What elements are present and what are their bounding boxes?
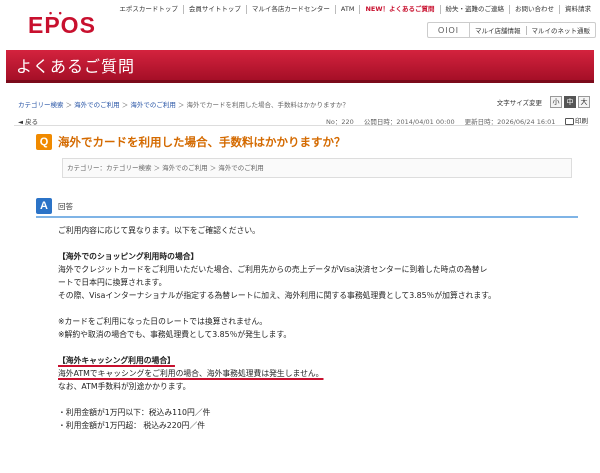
fee-line-1: ・利用金額が1万円以下：税込み110円／件: [58, 408, 211, 417]
epos-logo[interactable]: • • EPOS: [28, 8, 96, 39]
answer-label: 回答: [58, 202, 73, 211]
font-size-large-button[interactable]: 大: [578, 96, 590, 108]
breadcrumb-sep: ＞: [65, 101, 73, 109]
shopping-line-1: 海外でクレジットカードをご利用いただいた場合、ご利用先からの売上データがVisa…: [58, 265, 488, 274]
fee-line-2: ・利用金額が1万円超： 税込み220円／件: [58, 421, 206, 430]
top-nav-request-docs[interactable]: 資料請求: [559, 5, 596, 14]
marui-online-shop-link[interactable]: マルイのネット通販: [527, 25, 596, 35]
font-size-switcher: 文字サイズ変更 小 中 大: [497, 96, 590, 108]
top-nav-faq[interactable]: NEW！よくあるご質問: [359, 5, 439, 14]
print-button[interactable]: 印刷: [565, 115, 588, 125]
top-nav-atm[interactable]: ATM: [334, 5, 360, 14]
divider: [14, 125, 588, 126]
printer-icon: [565, 117, 574, 125]
font-size-small-button[interactable]: 小: [550, 96, 562, 108]
answer-body: ご利用内容に応じて異なります。以下をご確認ください。 【海外でのショッピング利用…: [58, 224, 588, 432]
breadcrumb-category-search[interactable]: カテゴリー検索: [18, 101, 64, 109]
shopping-line-2: ートで日本円に換算されます。: [58, 278, 167, 287]
top-nav-member-site[interactable]: 会員サイトトップ: [182, 5, 246, 14]
top-nav-lost-stolen[interactable]: 紛失・盗難のご連絡: [439, 5, 510, 14]
top-nav-epos-card-top[interactable]: エポスカードトップ: [114, 5, 183, 14]
question-badge: Q: [36, 134, 52, 150]
breadcrumb-current: 海外でカードを利用した場合、手数料はかかりますか？: [186, 101, 349, 109]
cashing-line-1: 海外ATMでキャッシングをご利用の場合、海外事務処理費は発生しません。: [58, 369, 324, 378]
top-nav-card-center[interactable]: マルイ各店カードセンター: [245, 5, 335, 14]
note-1: ※カードをご利用になった日のレートでは換算されません。: [58, 317, 268, 326]
top-nav: エポスカードトップ 会員サイトトップ マルイ各店カードセンター ATM NEW！…: [114, 5, 596, 14]
print-label: 印刷: [575, 117, 588, 125]
marui-store-info-link[interactable]: マルイ店舗情報: [470, 25, 526, 35]
logo-dots: • •: [49, 8, 64, 18]
breadcrumb-sep: ＞: [121, 101, 129, 109]
cashing-line-2: なお、ATM手数料が別途かかります。: [58, 382, 191, 391]
top-nav-contact[interactable]: お問い合わせ: [509, 5, 559, 14]
shopping-line-3: その際、Visaインターナショナルが指定する為替レートに加え、海外利用に関する事…: [58, 291, 496, 300]
category-box: カテゴリー：カテゴリー検索 ＞ 海外でのご利用 ＞ 海外でのご利用: [62, 158, 572, 178]
answer-divider: [36, 216, 578, 218]
category-text: カテゴリー：カテゴリー検索 ＞ 海外でのご利用 ＞ 海外でのご利用: [67, 164, 264, 172]
marui-logo[interactable]: OIOI: [428, 23, 470, 37]
answer-intro: ご利用内容に応じて異なります。以下をご確認ください。: [58, 226, 260, 235]
breadcrumb-overseas-1[interactable]: 海外でのご利用: [74, 101, 120, 109]
page-title: よくあるご質問: [16, 57, 136, 76]
cashing-heading: 【海外キャッシング利用の場合】: [58, 356, 175, 365]
breadcrumb: カテゴリー検索 ＞ 海外でのご利用 ＞ 海外でのご利用 ＞ 海外でカードを利用し…: [18, 99, 349, 109]
font-size-label: 文字サイズ変更: [496, 99, 542, 107]
marui-sub-nav: OIOI マルイ店舗情報 マルイのネット通販: [427, 22, 596, 38]
question-title: 海外でカードを利用した場合、手数料はかかりますか？: [58, 135, 346, 149]
breadcrumb-overseas-2[interactable]: 海外でのご利用: [130, 101, 176, 109]
breadcrumb-sep: ＞: [177, 101, 185, 109]
page-banner: よくあるご質問: [6, 50, 594, 83]
note-2: ※解約や取消の場合でも、事務処理費として3.85％が発生します。: [58, 330, 292, 339]
shopping-heading: 【海外でのショッピング利用時の場合】: [58, 252, 199, 261]
answer-badge: A: [36, 198, 52, 214]
font-size-medium-button[interactable]: 中: [564, 96, 576, 108]
